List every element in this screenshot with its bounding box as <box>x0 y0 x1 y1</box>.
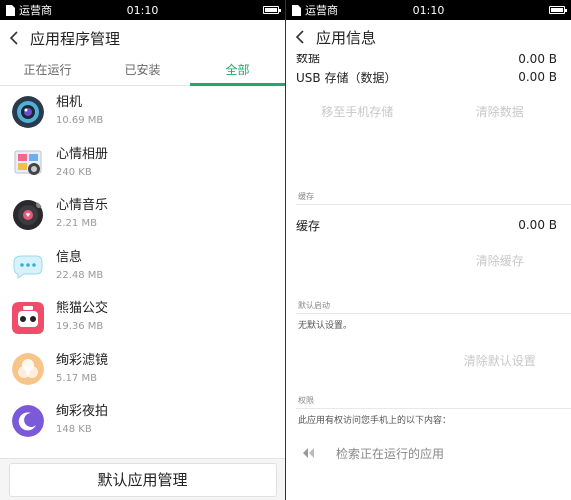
app-name: 相机 <box>56 95 83 111</box>
app-size: 5.17 MB <box>56 372 97 384</box>
app-row-camera[interactable]: 相机 10.69 MB <box>0 86 285 138</box>
filter-app-icon <box>12 353 44 386</box>
panda-bus-app-icon <box>12 301 44 334</box>
camera-app-icon <box>12 95 44 128</box>
app-info-screen: 运营商 01:10 应用信息 数据 0.00 B USB 存储（数据） 0.00… <box>285 0 571 500</box>
cache-row: 缓存 0.00 B <box>286 205 571 245</box>
cache-section-label: 缓存 <box>298 192 314 201</box>
battery-icon <box>263 6 281 14</box>
app-info-header: 应用信息 <box>286 20 571 54</box>
tab-installed[interactable]: 已安装 <box>95 56 190 85</box>
clock: 01:10 <box>126 3 159 17</box>
storage-actions: 移至手机存储 清除数据 <box>286 88 571 134</box>
data-row: 数据 0.00 B <box>286 54 571 66</box>
app-name: 心情相册 <box>56 146 109 162</box>
cache-actions: 清除缓存 <box>286 245 571 275</box>
no-defaults-note: 无默认设置。 <box>298 321 353 331</box>
usb-storage-label: USB 存储（数据） <box>296 70 397 85</box>
clear-cache-button[interactable]: 清除缓存 <box>429 252 571 269</box>
cache-value: 0.00 B <box>518 218 557 232</box>
status-bar: 运营商 01:10 <box>286 0 571 20</box>
app-size: 19.36 MB <box>56 321 104 333</box>
status-bar: 运营商 01:10 <box>0 0 285 20</box>
back-arrow-icon[interactable] <box>294 29 308 45</box>
battery-icon <box>549 6 567 14</box>
expand-arrows-icon <box>303 448 314 458</box>
default-apps-button[interactable]: 默认应用管理 <box>8 462 277 497</box>
usb-storage-value: 0.00 B <box>518 70 557 84</box>
app-size: 2.21 MB <box>56 218 97 230</box>
app-row-night-shot[interactable]: 绚彩夜拍 148 KB <box>0 395 285 447</box>
app-manager-header: 应用程序管理 <box>0 20 285 56</box>
mood-album-app-icon <box>14 150 42 176</box>
sim-card-icon <box>292 4 301 16</box>
tab-running[interactable]: 正在运行 <box>0 56 95 85</box>
clear-data-button[interactable]: 清除数据 <box>429 103 571 120</box>
data-value: 0.00 B <box>518 54 557 66</box>
app-size: 240 KB <box>56 166 92 178</box>
cache-label: 缓存 <box>296 218 321 233</box>
usb-storage-row: USB 存储（数据） 0.00 B <box>286 66 571 88</box>
app-row-panda-bus[interactable]: 熊猫公交 19.36 MB <box>0 292 285 344</box>
tab-all[interactable]: 全部 <box>190 56 285 86</box>
clear-defaults-button[interactable]: 清除默认设置 <box>429 352 571 369</box>
app-info-body: 数据 0.00 B USB 存储（数据） 0.00 B 移至手机存储 清除数据 … <box>286 54 571 473</box>
app-name: 熊猫公交 <box>56 301 109 317</box>
app-name: 绚彩夜拍 <box>56 404 109 420</box>
app-size: 148 KB <box>56 424 92 436</box>
app-list: 相机 10.69 MB 心情相册 240 KB 心情音乐 2.21 MB 信息 … <box>0 86 285 447</box>
bottom-action-bar: 默认应用管理 <box>0 458 285 500</box>
app-size: 10.69 MB <box>56 115 104 127</box>
app-size: 22.48 MB <box>56 269 104 281</box>
messages-app-icon <box>13 255 43 280</box>
app-name: 心情音乐 <box>56 198 109 214</box>
permission-label: 检索正在运行的应用 <box>336 446 445 461</box>
app-row-color-filter[interactable]: 绚彩滤镜 5.17 MB <box>0 344 285 396</box>
app-row-messages[interactable]: 信息 22.48 MB <box>0 241 285 293</box>
data-label: 数据 <box>296 54 321 65</box>
carrier-label: 运营商 <box>19 4 52 17</box>
page-title: 应用程序管理 <box>30 29 121 48</box>
carrier-label: 运营商 <box>305 4 338 17</box>
sim-card-icon <box>6 4 15 16</box>
permission-item[interactable]: 检索正在运行的应用 <box>286 433 571 473</box>
tab-bar: 正在运行 已安装 全部 <box>0 56 285 86</box>
app-name: 绚彩滤镜 <box>56 352 109 368</box>
clock: 01:10 <box>412 3 445 17</box>
mood-music-app-icon <box>13 199 43 230</box>
permissions-note: 此应用有权访问您手机上的以下内容： <box>298 416 452 426</box>
night-shot-app-icon <box>12 404 44 437</box>
app-name: 信息 <box>56 249 83 265</box>
app-row-mood-album[interactable]: 心情相册 240 KB <box>0 138 285 190</box>
app-row-mood-music[interactable]: 心情音乐 2.21 MB <box>0 189 285 241</box>
permissions-section-label: 权限 <box>298 396 314 405</box>
move-to-phone-button[interactable]: 移至手机存储 <box>286 103 429 120</box>
page-title: 应用信息 <box>316 28 377 47</box>
app-manager-screen: 运营商 01:10 应用程序管理 正在运行 已安装 全部 相机 10.69 MB <box>0 0 285 500</box>
default-launch-section-label: 默认启动 <box>298 301 330 310</box>
back-arrow-icon[interactable] <box>8 30 22 46</box>
default-actions: 清除默认设置 <box>286 338 571 382</box>
